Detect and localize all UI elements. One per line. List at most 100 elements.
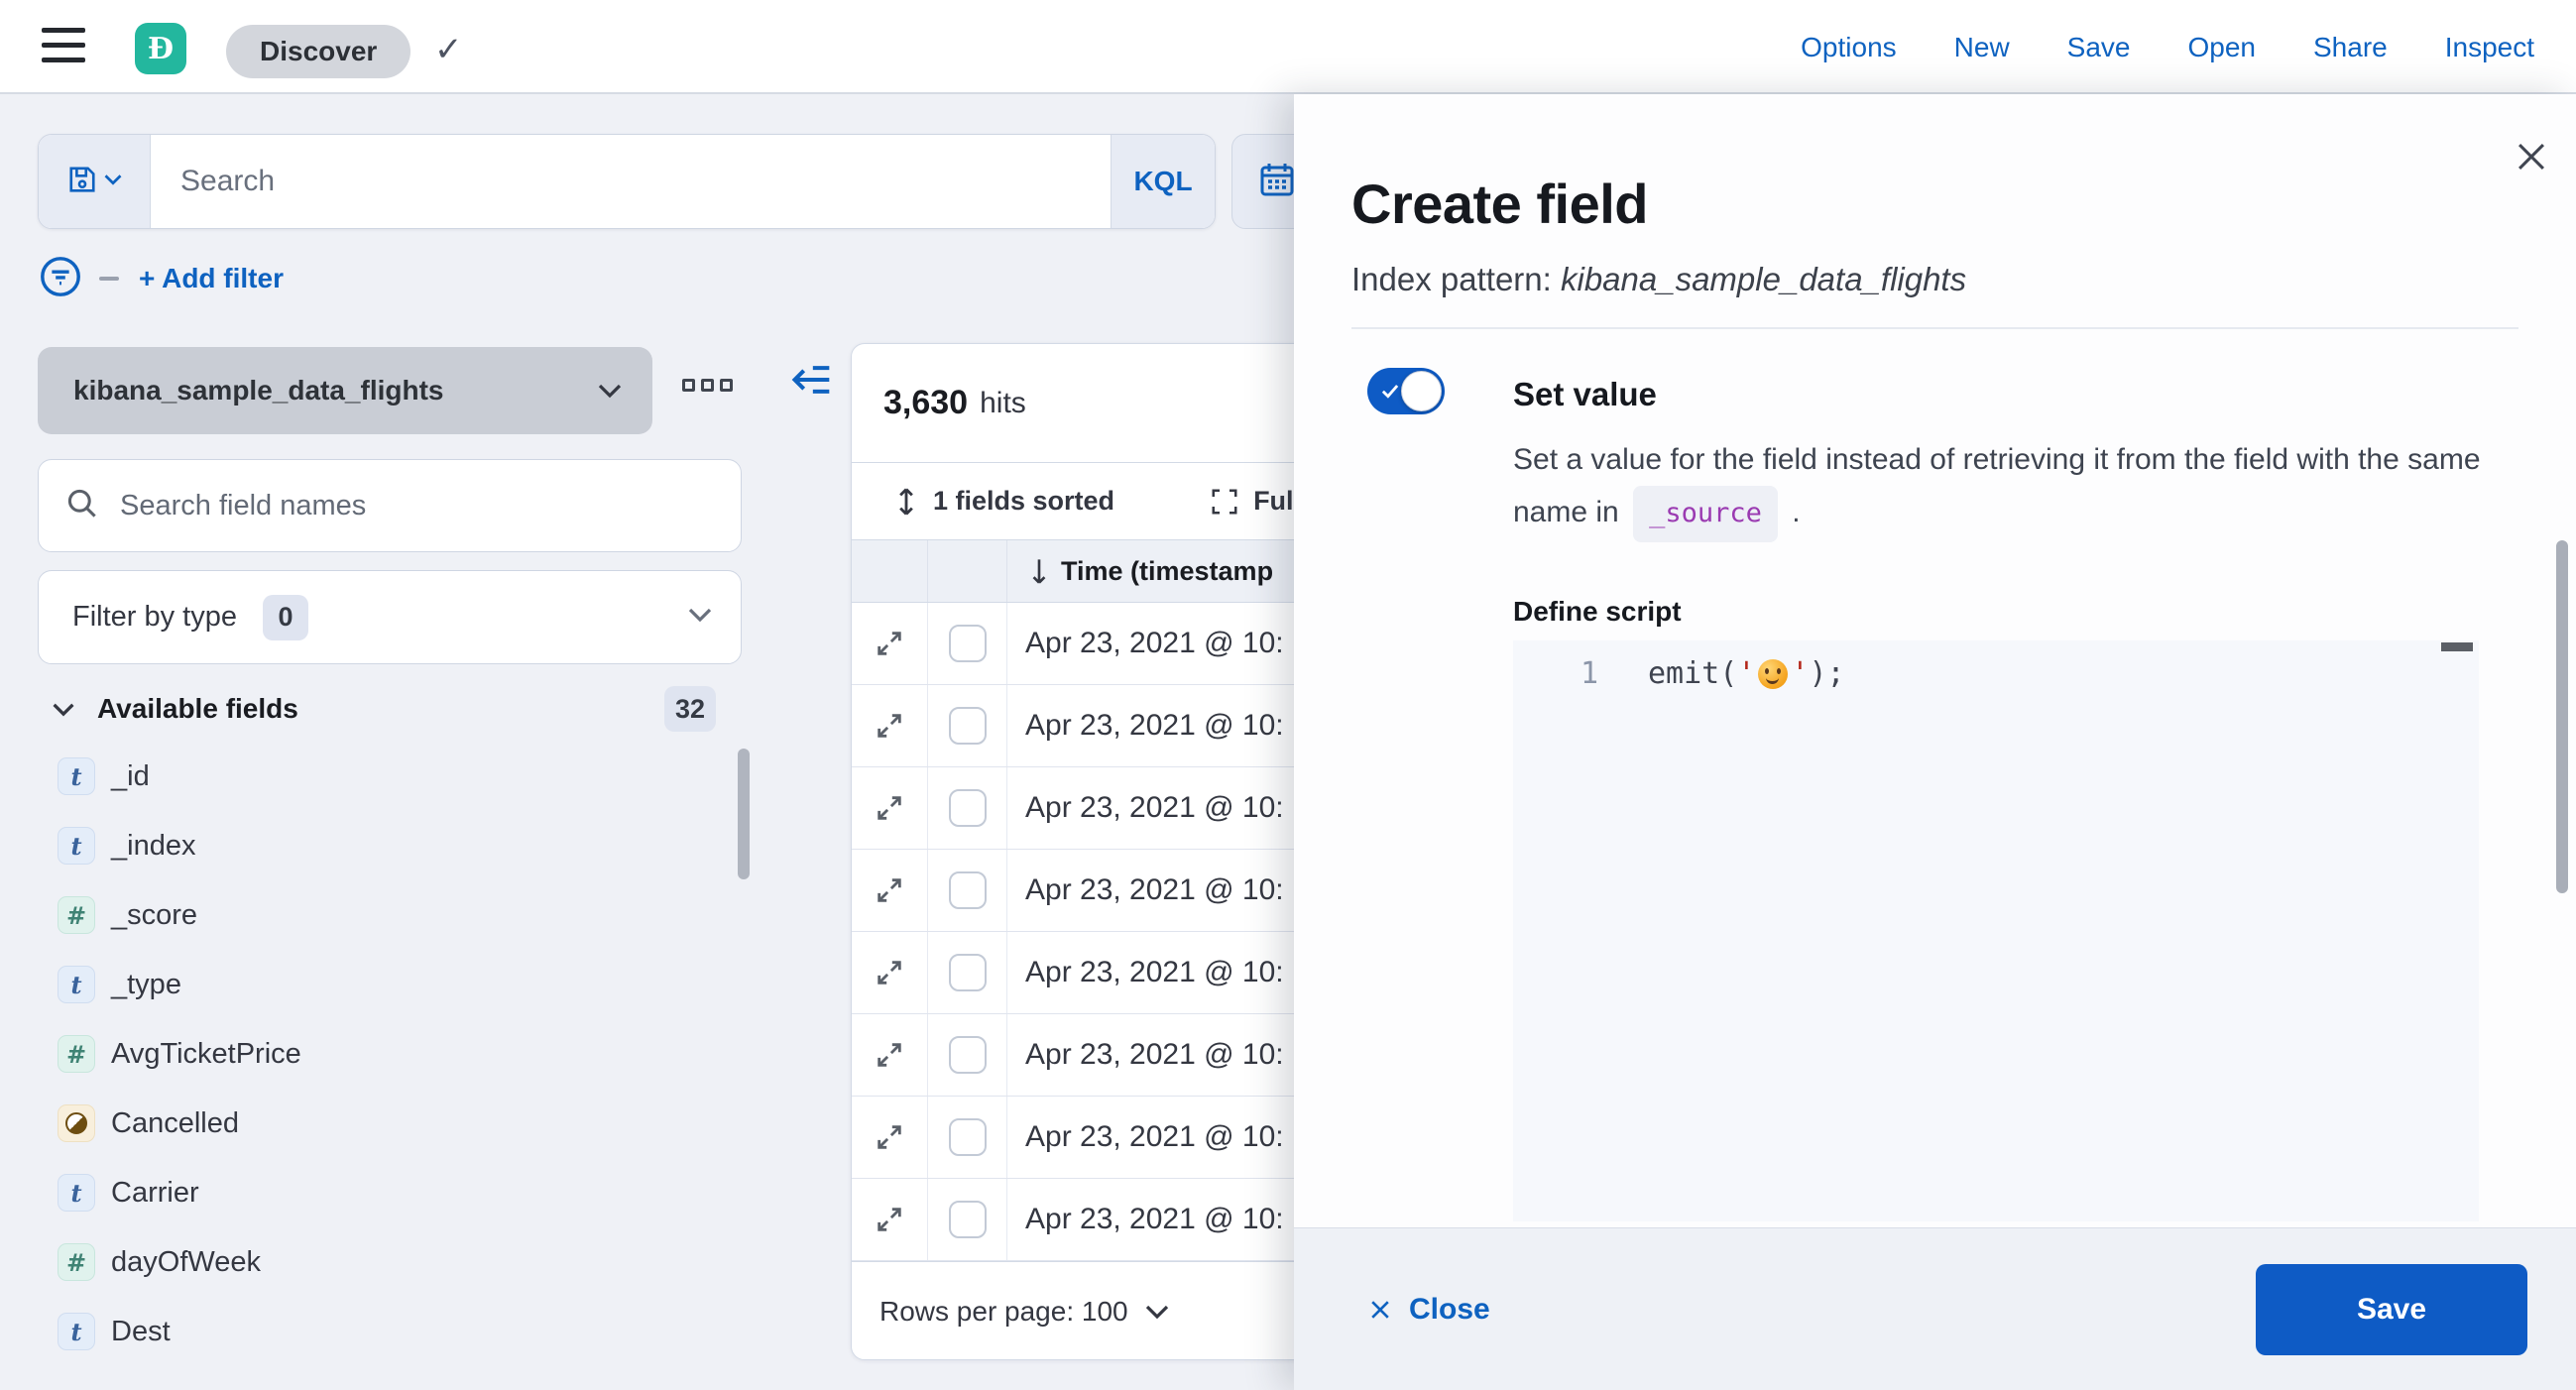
- flyout-title: Create field: [1351, 173, 1649, 235]
- line-number: 1: [1580, 656, 1598, 691]
- hits-summary: 3,630 hits: [852, 344, 1338, 462]
- expand-row-button[interactable]: [852, 767, 928, 849]
- row-checkbox-cell: [928, 850, 1007, 931]
- row-checkbox[interactable]: [948, 789, 987, 827]
- kibana-discover-app: Đ Discover ✓ Options New Save Open Share…: [0, 0, 2576, 1390]
- fullscreen-icon: [1212, 489, 1237, 514]
- filter-icon[interactable]: [38, 254, 83, 304]
- breadcrumb[interactable]: Discover: [226, 25, 411, 78]
- expand-icon: [878, 1043, 901, 1067]
- expand-icon: [878, 961, 901, 985]
- index-pattern-options-icon[interactable]: [682, 379, 733, 392]
- rows-per-page-button[interactable]: Rows per page: 100: [852, 1261, 1338, 1359]
- new-link[interactable]: New: [1954, 32, 2010, 63]
- row-checkbox[interactable]: [948, 1036, 987, 1074]
- chevron-down-icon: [687, 607, 713, 628]
- table-row: Apr 23, 2021 @ 10:: [852, 850, 1338, 932]
- string-type-icon: t: [58, 757, 95, 795]
- sidebar-scrollbar[interactable]: [738, 749, 750, 879]
- filter-bar: + Add filter: [38, 254, 284, 303]
- script-editor[interactable]: 1 emit(' ');: [1513, 640, 2479, 1221]
- grid-toolbar: 1 fields sorted Full: [852, 462, 1338, 539]
- field-item-cancelled[interactable]: Cancelled: [38, 1103, 239, 1143]
- sort-fields-button[interactable]: 1 fields sorted: [893, 486, 1114, 517]
- field-search-input[interactable]: [118, 488, 741, 523]
- table-row: Apr 23, 2021 @ 10:: [852, 1097, 1338, 1179]
- available-fields-label: Available fields: [97, 693, 298, 724]
- row-checkbox[interactable]: [948, 1118, 987, 1156]
- table-row: Apr 23, 2021 @ 10:: [852, 1179, 1338, 1261]
- field-name: AvgTicketPrice: [111, 1037, 301, 1070]
- filter-by-type-select[interactable]: Filter by type 0: [38, 570, 742, 664]
- search-input[interactable]: [151, 165, 1111, 198]
- time-cell: Apr 23, 2021 @ 10:: [1025, 1038, 1284, 1071]
- close-flyout-icon[interactable]: [2515, 140, 2550, 175]
- sort-icon: [899, 487, 913, 516]
- open-link[interactable]: Open: [2188, 32, 2257, 63]
- results-panel: 3,630 hits 1 fields sorted Full Time (ti…: [851, 343, 1339, 1360]
- field-item-type[interactable]: t _type: [38, 965, 181, 1004]
- field-item-dest[interactable]: t Dest: [38, 1312, 171, 1351]
- add-filter-link[interactable]: + Add filter: [139, 263, 284, 294]
- expand-row-button[interactable]: [852, 932, 928, 1013]
- flyout-scrollbar[interactable]: [2556, 540, 2568, 893]
- expand-row-button[interactable]: [852, 685, 928, 766]
- set-value-description: Set a value for the field instead of ret…: [1513, 433, 2500, 542]
- define-script-label: Define script: [1513, 596, 1682, 627]
- smiley-emoji: [1758, 658, 1789, 689]
- save-link[interactable]: Save: [2067, 32, 2131, 63]
- field-item-id[interactable]: t _id: [38, 756, 150, 796]
- expand-icon: [878, 632, 901, 655]
- expand-icon: [878, 1125, 901, 1149]
- expand-row-button[interactable]: [852, 1097, 928, 1178]
- field-item-index[interactable]: t _index: [38, 826, 195, 866]
- expand-icon: [878, 714, 901, 738]
- collapse-sidebar-icon[interactable]: [789, 361, 833, 404]
- time-column-header[interactable]: Time (timestamp: [1007, 556, 1338, 587]
- available-fields-count-badge: 32: [664, 686, 716, 732]
- string-type-icon: t: [58, 966, 95, 1003]
- row-checkbox[interactable]: [948, 954, 987, 991]
- menu-icon[interactable]: [42, 28, 85, 65]
- expand-row-button[interactable]: [852, 603, 928, 684]
- expand-icon: [878, 1208, 901, 1231]
- field-item-carrier[interactable]: t Carrier: [38, 1173, 199, 1213]
- chevron-down-icon: [598, 384, 622, 399]
- row-checkbox[interactable]: [948, 871, 987, 909]
- row-checkbox[interactable]: [948, 707, 987, 745]
- code-line: 1 emit(' ');: [1513, 656, 2479, 691]
- field-item-avgticketprice[interactable]: # AvgTicketPrice: [38, 1034, 301, 1074]
- search-icon: [64, 486, 100, 526]
- share-link[interactable]: Share: [2313, 32, 2388, 63]
- fullscreen-button[interactable]: Full: [1210, 486, 1301, 517]
- number-type-icon: #: [58, 1243, 95, 1281]
- table-row: Apr 23, 2021 @ 10:: [852, 603, 1338, 685]
- expand-row-button[interactable]: [852, 1179, 928, 1260]
- chevron-down-icon: [53, 703, 74, 716]
- saved-query-button[interactable]: [39, 135, 151, 228]
- chevron-down-icon: [104, 173, 122, 190]
- index-pattern-switcher[interactable]: kibana_sample_data_flights: [38, 347, 652, 434]
- code-text[interactable]: emit(' ');: [1608, 656, 1845, 691]
- inspect-link[interactable]: Inspect: [2445, 32, 2534, 63]
- expand-row-button[interactable]: [852, 850, 928, 931]
- expand-icon: [878, 796, 901, 820]
- row-checkbox[interactable]: [948, 1201, 987, 1238]
- expand-row-button[interactable]: [852, 1014, 928, 1096]
- options-link[interactable]: Options: [1801, 32, 1897, 63]
- boolean-type-icon: [58, 1104, 95, 1142]
- close-button[interactable]: Close: [1367, 1228, 1490, 1390]
- time-cell: Apr 23, 2021 @ 10:: [1025, 1203, 1284, 1235]
- rows-per-page-label: Rows per page: 100: [879, 1296, 1128, 1327]
- save-button[interactable]: Save: [2256, 1264, 2527, 1355]
- code-quote: ': [1791, 656, 1810, 691]
- code-end: );: [1809, 656, 1845, 691]
- elastic-logo[interactable]: Đ: [135, 23, 186, 74]
- set-value-label: Set value: [1513, 376, 1657, 412]
- row-checkbox[interactable]: [948, 625, 987, 662]
- query-language-button[interactable]: KQL: [1111, 135, 1215, 228]
- field-item-dayofweek[interactable]: # dayOfWeek: [38, 1242, 261, 1282]
- available-fields-header[interactable]: Available fields 32: [38, 684, 742, 734]
- set-value-toggle[interactable]: [1367, 368, 1445, 414]
- field-item-score[interactable]: # _score: [38, 895, 197, 935]
